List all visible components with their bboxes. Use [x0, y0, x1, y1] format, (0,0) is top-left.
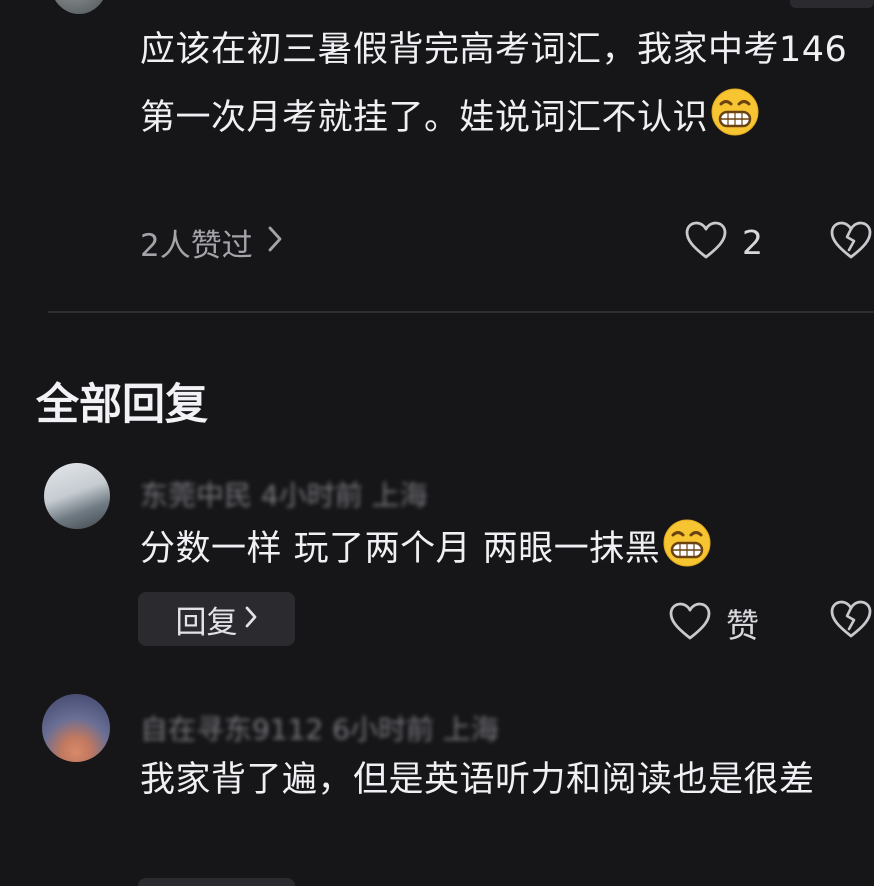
likes-summary-text: 2人赞过: [140, 228, 253, 264]
broken-heart-icon: [829, 221, 873, 264]
dislike-button[interactable]: [829, 220, 873, 264]
grinning-emoji-icon: [710, 87, 760, 137]
like-label: 赞: [726, 606, 759, 645]
avatar[interactable]: [44, 463, 110, 529]
dislike-button[interactable]: [829, 599, 873, 643]
avatar-top[interactable]: [50, 0, 108, 14]
chevron-right-icon: [267, 225, 283, 261]
reply-meta: 东莞中民 4小时前 上海: [140, 479, 428, 512]
reply-text: 分数一样 玩了两个月 两眼一抹黑: [140, 515, 865, 583]
section-title: 全部回复: [36, 380, 208, 430]
avatar[interactable]: [42, 694, 110, 762]
main-comment-text: 应该在初三暑假背完高考词汇，我家中考146第一次月考就挂了。娃说词汇不认识: [140, 16, 865, 152]
reply-button-partial: [138, 878, 295, 886]
chevron-right-icon: [244, 601, 258, 637]
like-button[interactable]: 赞: [668, 599, 759, 647]
like-button[interactable]: 2: [684, 220, 763, 264]
reply-text: 我家背了遍，但是英语听力和阅读也是很差: [140, 760, 815, 800]
heart-icon: [684, 220, 728, 264]
reply-meta: 自在寻东9112 6小时前 上海: [140, 713, 499, 746]
reply-button[interactable]: 回复: [138, 592, 295, 646]
section-divider: [48, 311, 874, 313]
heart-icon: [668, 601, 712, 645]
grinning-emoji-icon: [662, 518, 712, 568]
likes-summary[interactable]: 2人赞过: [140, 220, 283, 265]
like-count: 2: [742, 222, 763, 262]
broken-heart-icon: [829, 600, 873, 643]
reply-button-label: 回复: [175, 604, 238, 641]
top-button-partial: [790, 0, 874, 8]
reply-body: 分数一样 玩了两个月 两眼一抹黑: [140, 529, 661, 569]
